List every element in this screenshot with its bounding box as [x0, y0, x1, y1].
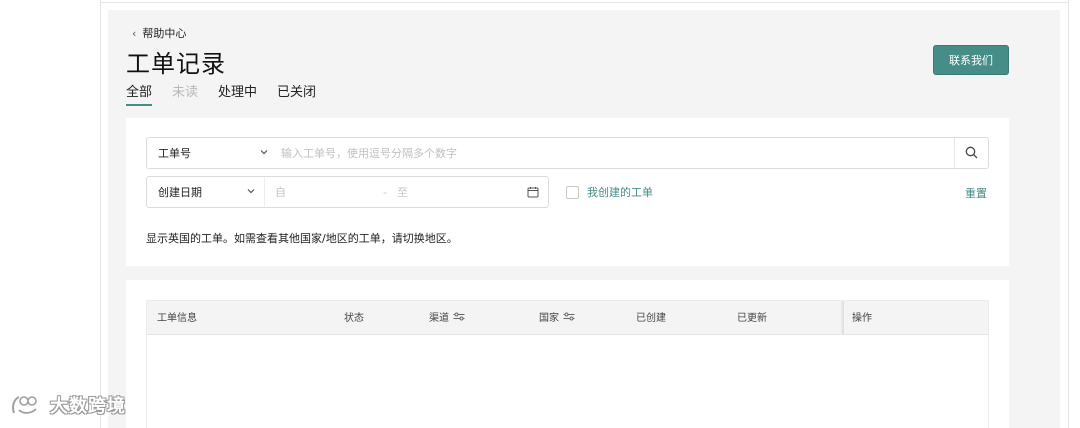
watermark: 大数跨境 [10, 392, 126, 418]
tab-all[interactable]: 全部 [126, 81, 153, 106]
status-tabs: 全部 未读 处理中 已关闭 [126, 81, 336, 106]
column-header-updated: 已更新 [737, 313, 767, 324]
column-header-created: 已创建 [636, 313, 666, 324]
top-divider [100, 2, 1068, 3]
watermark-text: 大数跨境 [50, 396, 126, 417]
column-header-actions: 操作 [852, 313, 872, 324]
back-to-help-center-link[interactable]: ‹ 帮助中心 [132, 25, 186, 41]
search-icon [965, 144, 978, 163]
sticky-column-shadow [840, 301, 844, 336]
chevron-down-icon [246, 186, 256, 199]
right-divider [1068, 0, 1069, 428]
chevron-down-icon [259, 147, 269, 160]
created-by-me-checkbox[interactable]: 我创建的工单 [566, 184, 653, 200]
calendar-button[interactable] [518, 177, 548, 207]
filter-sliders-icon[interactable] [453, 301, 465, 336]
filter-panel: 工单号 创建日期 [126, 118, 1009, 266]
created-by-me-label: 我创建的工单 [587, 186, 653, 199]
watermark-logo-icon [12, 396, 37, 414]
tab-closed[interactable]: 已关闭 [277, 81, 316, 106]
tickets-table-panel: 工单信息 状态 渠道 国家 已创建 已更新 操作 [126, 280, 1009, 428]
calendar-icon [527, 183, 539, 202]
date-type-select-value: 创建日期 [158, 186, 202, 199]
main-content: ‹ 帮助中心 工单记录 联系我们 全部 未读 处理中 已关闭 工单号 输入工单号… [108, 10, 1060, 428]
ticket-field-select[interactable]: 工单号 [147, 138, 277, 168]
date-range-filter: 创建日期 - [146, 176, 549, 208]
tab-unread[interactable]: 未读 [172, 81, 198, 106]
tab-in-progress[interactable]: 处理中 [218, 81, 257, 106]
column-header-country[interactable]: 国家 [539, 301, 575, 336]
date-type-select[interactable]: 创建日期 [147, 177, 265, 207]
page: ‹ 帮助中心 工单记录 联系我们 全部 未读 处理中 已关闭 工单号 输入工单号… [0, 0, 1080, 428]
table-header: 工单信息 状态 渠道 国家 已创建 已更新 操作 [146, 300, 989, 336]
left-divider [100, 0, 101, 428]
chevron-left-icon: ‹ [132, 26, 137, 40]
column-header-ticket-info: 工单信息 [157, 313, 197, 324]
date-from-input[interactable] [265, 177, 383, 207]
page-title: 工单记录 [126, 50, 226, 78]
ticket-search-input[interactable] [277, 138, 954, 168]
column-header-channel[interactable]: 渠道 [429, 301, 465, 336]
date-to-input[interactable] [386, 177, 507, 207]
filter-sliders-icon[interactable] [563, 301, 575, 336]
ticket-search-bar: 工单号 [146, 137, 989, 169]
search-button[interactable] [954, 138, 988, 168]
ticket-field-select-value: 工单号 [158, 147, 191, 160]
region-notice: 显示英国的工单。如需查看其他国家/地区的工单，请切换地区。 [146, 232, 458, 245]
contact-us-button[interactable]: 联系我们 [933, 45, 1009, 75]
reset-filters-link[interactable]: 重置 [965, 185, 987, 201]
table-body [146, 335, 989, 428]
column-header-status: 状态 [344, 313, 364, 324]
checkbox-box[interactable] [566, 185, 579, 199]
back-link-label: 帮助中心 [142, 27, 187, 40]
